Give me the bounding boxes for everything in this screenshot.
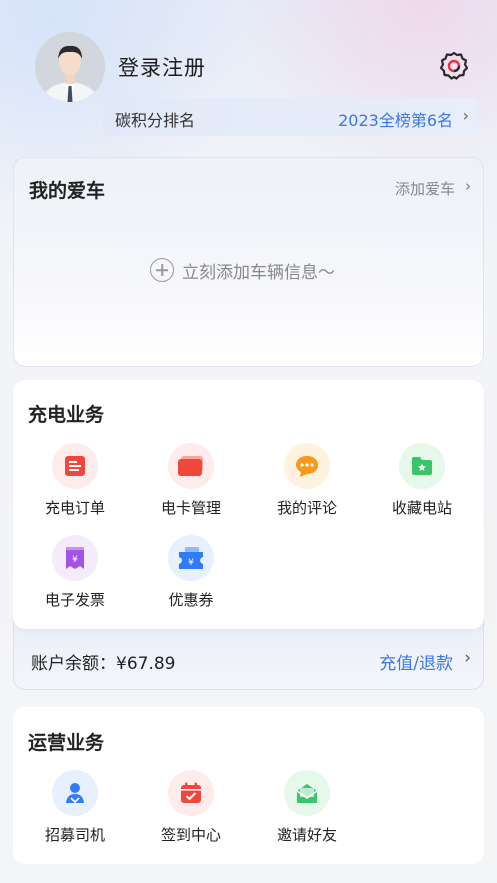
my-comments-item[interactable]: 我的评论 bbox=[252, 443, 362, 518]
my-comments-label: 我的评论 bbox=[276, 499, 337, 517]
gear-icon bbox=[439, 51, 469, 80]
carbon-rank-label: 碳积分排名 bbox=[115, 111, 196, 130]
recruit-driver-icon bbox=[66, 783, 84, 804]
carbon-rank-value: 2023全榜第6名 bbox=[338, 111, 453, 130]
card-management-icon bbox=[178, 456, 203, 476]
favorite-station-icon bbox=[412, 457, 432, 475]
operations-title: 运营业务 bbox=[28, 732, 105, 754]
plus-circle-icon bbox=[150, 258, 174, 282]
favorite-stations-item[interactable]: 收藏电站 bbox=[367, 443, 477, 518]
recruit-driver-label: 招募司机 bbox=[44, 826, 105, 844]
add-vehicle-button[interactable]: 立刻添加车辆信息～ bbox=[150, 257, 335, 283]
invite-friend-icon bbox=[296, 784, 318, 803]
my-car-title: 我的爱车 bbox=[29, 180, 106, 202]
operations-card: 运营业务 招募司机 签到中心 邀请好友 bbox=[13, 707, 484, 864]
comment-icon bbox=[296, 456, 318, 477]
chevron-right-icon: › bbox=[464, 648, 471, 668]
recruit-driver-item[interactable]: 招募司机 bbox=[20, 770, 130, 845]
invite-friends-item[interactable]: 邀请好友 bbox=[252, 770, 362, 845]
avatar[interactable] bbox=[35, 32, 105, 102]
charging-service-card: 充电业务 充电订单 电卡管理 我的评论 收藏电站 ¥ 电子发票 ¥ 优惠券 bbox=[13, 380, 484, 629]
checkin-center-label: 签到中心 bbox=[160, 826, 221, 844]
login-register-link[interactable]: 登录注册 bbox=[118, 52, 206, 82]
my-car-card: 我的爱车 添加爱车 › 立刻添加车辆信息～ bbox=[13, 157, 484, 367]
coupon-label: 优惠券 bbox=[168, 591, 214, 609]
charge-order-icon bbox=[65, 456, 85, 476]
e-invoice-label: 电子发票 bbox=[44, 591, 105, 609]
card-management-label: 电卡管理 bbox=[160, 499, 221, 517]
e-invoice-item[interactable]: ¥ 电子发票 bbox=[20, 535, 130, 610]
svg-text:¥: ¥ bbox=[188, 558, 194, 568]
charge-order-item[interactable]: 充电订单 bbox=[20, 443, 130, 518]
checkin-center-item[interactable]: 签到中心 bbox=[136, 770, 246, 845]
balance-label: 账户余额：¥67.89 bbox=[31, 654, 176, 674]
favorite-stations-label: 收藏电站 bbox=[391, 499, 452, 517]
card-management-item[interactable]: 电卡管理 bbox=[136, 443, 246, 518]
chevron-right-icon: › bbox=[465, 177, 471, 195]
add-car-link[interactable]: 添加爱车 bbox=[395, 178, 455, 199]
recharge-refund-link[interactable]: 充值/退款 bbox=[379, 649, 453, 674]
user-avatar-icon bbox=[35, 32, 105, 102]
invoice-icon: ¥ bbox=[66, 547, 84, 569]
add-vehicle-text: 立刻添加车辆信息～ bbox=[182, 262, 335, 283]
charge-order-label: 充电订单 bbox=[44, 499, 105, 517]
invite-friends-label: 邀请好友 bbox=[276, 826, 337, 844]
coupon-item[interactable]: ¥ 优惠券 bbox=[136, 535, 246, 610]
chevron-right-icon: › bbox=[462, 106, 469, 125]
svg-text:¥: ¥ bbox=[72, 555, 78, 565]
carbon-rank-bar[interactable]: 碳积分排名 2023全榜第6名 › bbox=[103, 98, 477, 136]
checkin-calendar-icon bbox=[181, 782, 201, 803]
settings-button[interactable] bbox=[438, 50, 470, 82]
coupon-icon: ¥ bbox=[179, 547, 203, 569]
charging-service-title: 充电业务 bbox=[28, 404, 105, 426]
